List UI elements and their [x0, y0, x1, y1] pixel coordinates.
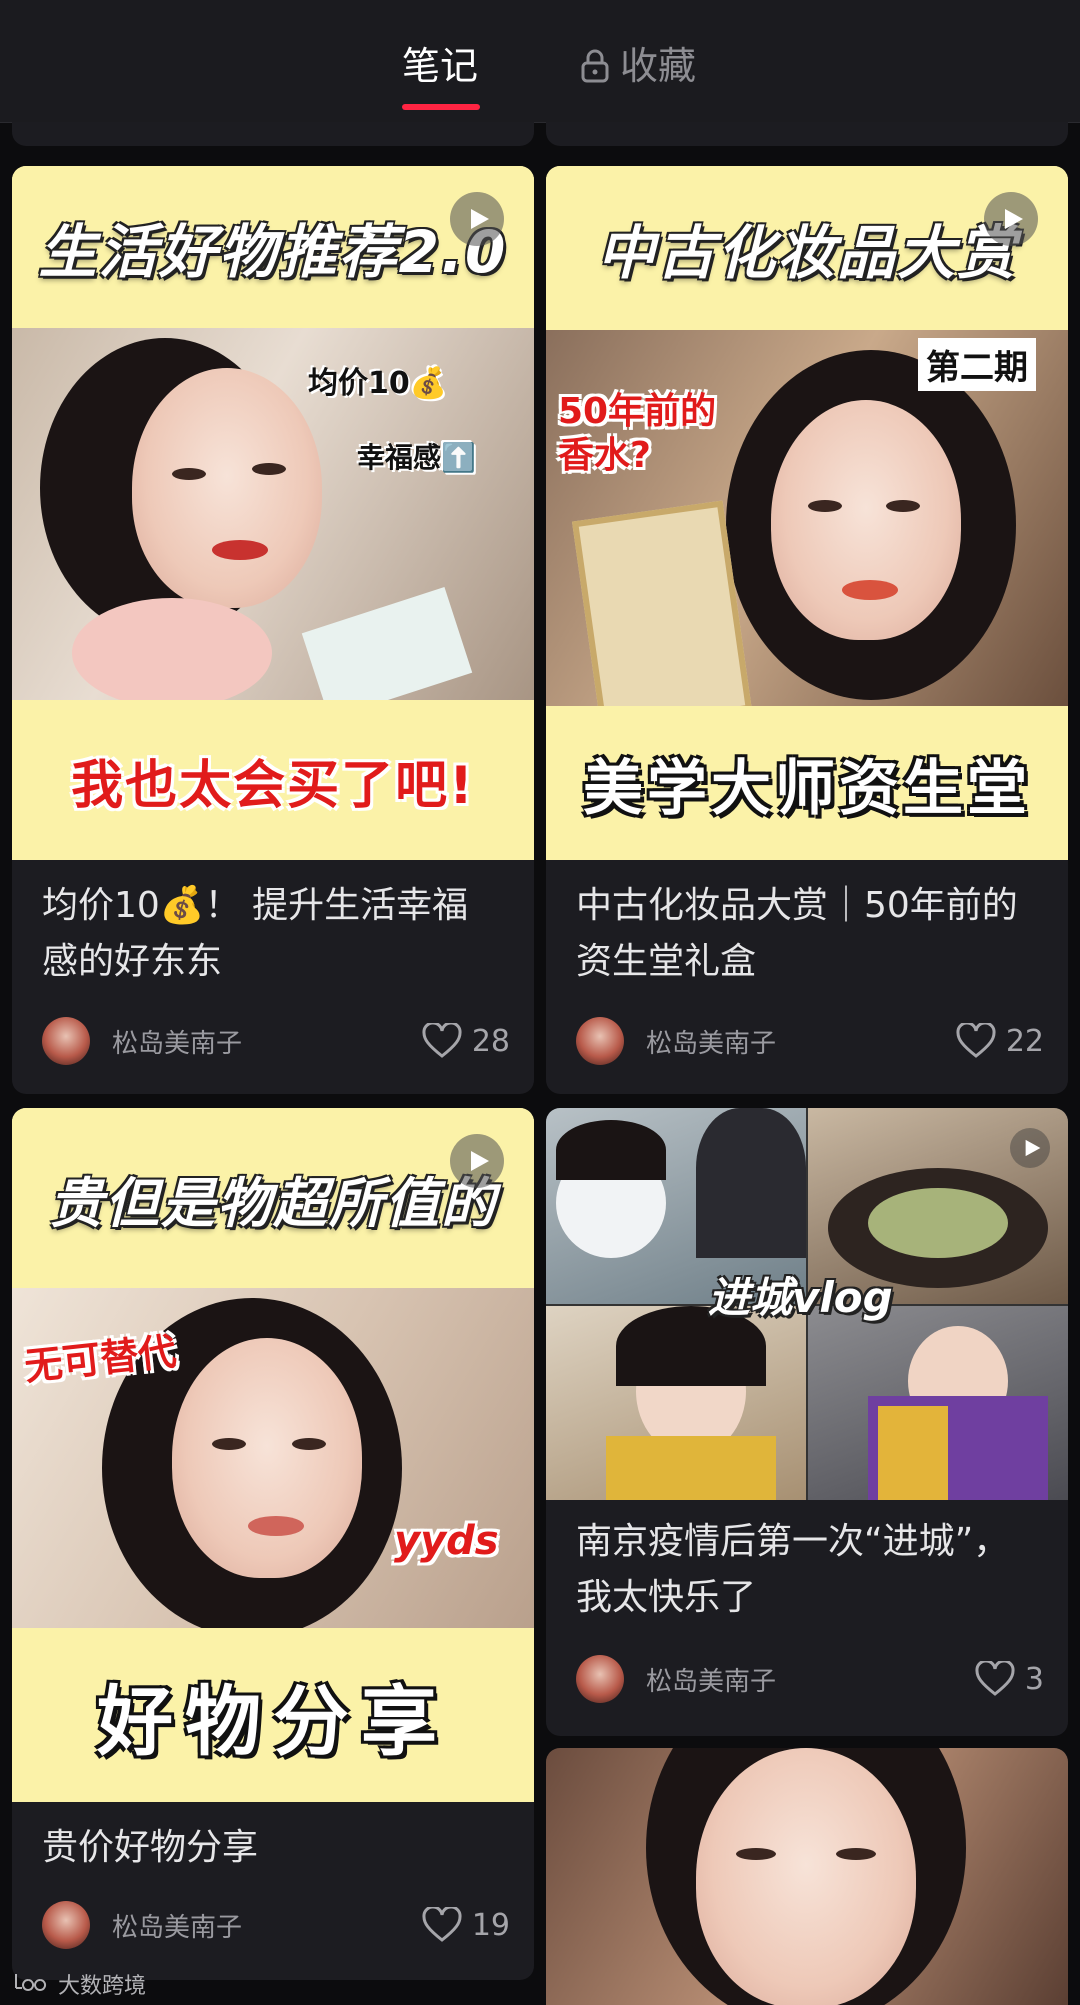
cover-sticker: 均价10💰 — [308, 366, 448, 401]
note-cover-image — [546, 1748, 1068, 2005]
note-card[interactable]: 生活好物推荐2.0 均价10💰 幸福感⬆️ 我也太会买了吧! 均价10💰！ 提升… — [12, 166, 534, 1094]
cover-bottom-band: 好物分享 — [12, 1628, 534, 1802]
cover-bottom-band: 我也太会买了吧! — [12, 700, 534, 860]
video-play-icon — [450, 1134, 504, 1188]
tab-favorites[interactable]: 收藏 — [580, 36, 696, 96]
note-card[interactable]: 贵但是物超所值的 无可替代 yyds 好物分享 贵价好物分享 松岛美南子 19 — [12, 1108, 534, 1980]
note-cover-image: 生活好物推荐2.0 均价10💰 幸福感⬆️ 我也太会买了吧! — [12, 166, 534, 860]
note-meta: 松岛美南子 22 — [576, 1016, 1044, 1066]
cover-photo: 50年前的 香水? 第二期 — [546, 330, 1068, 732]
video-play-icon — [984, 192, 1038, 246]
cover-bottom-text: 我也太会买了吧! — [71, 755, 475, 816]
cover-top-text: 贵但是物超所值的 — [49, 1171, 497, 1235]
avatar[interactable] — [42, 1901, 90, 1949]
lock-icon — [580, 49, 610, 83]
cover-photo: 均价10💰 幸福感⬆️ — [12, 328, 534, 719]
note-card[interactable]: 进城vlog 南京疫情后第一次“进城”，我太快乐了 松岛美南子 3 — [546, 1108, 1068, 1736]
heart-icon — [975, 1661, 1015, 1696]
face — [132, 368, 322, 608]
active-tab-indicator — [402, 104, 480, 110]
heart-icon — [956, 1023, 996, 1058]
video-play-icon — [450, 192, 504, 246]
previous-card-edge — [546, 122, 1068, 146]
note-meta: 松岛美南子 28 — [42, 1016, 510, 1066]
collage-photo — [808, 1306, 1068, 1500]
like-button[interactable]: 3 — [975, 1661, 1044, 1697]
note-card[interactable] — [546, 1748, 1068, 2005]
cover-top-band: 生活好物推荐2.0 — [12, 166, 534, 328]
avatar[interactable] — [576, 1017, 624, 1065]
note-meta: 松岛美南子 19 — [42, 1900, 510, 1950]
like-button[interactable]: 28 — [422, 1023, 510, 1059]
note-meta: 松岛美南子 3 — [576, 1654, 1044, 1704]
tab-notes-label: 笔记 — [402, 44, 479, 88]
heart-icon — [422, 1907, 462, 1942]
note-card[interactable]: 中古化妆品大赏 50年前的 香水? 第二期 美学大师资生堂 中古化妆品大赏｜50… — [546, 166, 1068, 1094]
avatar[interactable] — [576, 1655, 624, 1703]
like-count: 19 — [471, 1907, 510, 1943]
cover-top-text: 中古化妆品大赏 — [596, 219, 1017, 287]
face — [172, 1338, 362, 1578]
like-button[interactable]: 19 — [422, 1907, 510, 1943]
author-name[interactable]: 松岛美南子 — [112, 1907, 422, 1944]
note-cover-image: 贵但是物超所值的 无可替代 yyds 好物分享 — [12, 1108, 534, 1802]
note-cover-image: 中古化妆品大赏 50年前的 香水? 第二期 美学大师资生堂 — [546, 166, 1068, 860]
tab-bar: 笔记 收藏 — [0, 0, 1080, 123]
cover-sticker: 第二期 — [918, 338, 1036, 391]
perfume-box — [571, 500, 753, 732]
tab-favorites-label: 收藏 — [620, 44, 697, 88]
cover-top-band: 中古化妆品大赏 — [546, 166, 1068, 330]
collage-photo — [546, 1306, 806, 1500]
note-title: 南京疫情后第一次“进城”，我太快乐了 — [576, 1521, 1010, 1618]
face — [771, 400, 961, 640]
author-name[interactable]: 松岛美南子 — [112, 1023, 422, 1060]
previous-card-edge — [12, 122, 534, 146]
cover-sticker: 进城vlog — [708, 1273, 893, 1322]
cover-bottom-text: 美学大师资生堂 — [583, 753, 1031, 824]
author-name[interactable]: 松岛美南子 — [646, 1661, 975, 1698]
cover-top-band: 贵但是物超所值的 — [12, 1108, 534, 1288]
like-count: 3 — [1024, 1661, 1044, 1697]
like-count: 22 — [1005, 1023, 1044, 1059]
cover-top-text: 生活好物推荐2.0 — [38, 218, 508, 286]
like-count: 28 — [471, 1023, 510, 1059]
video-play-icon — [1010, 1128, 1050, 1168]
watermark-text: 大数跨境 — [58, 1974, 147, 1999]
cover-photo: 无可替代 yyds — [12, 1288, 534, 1638]
avatar[interactable] — [42, 1017, 90, 1065]
heart-icon — [422, 1023, 462, 1058]
note-title: 贵价好物分享 — [42, 1827, 259, 1868]
face — [696, 1748, 916, 2005]
note-cover-image: 进城vlog — [546, 1108, 1068, 1500]
cover-sticker: 幸福感⬆️ — [357, 441, 476, 474]
cover-bottom-text: 好物分享 — [97, 1677, 449, 1766]
note-title: 均价10💰！ 提升生活幸福感的好东东 — [42, 885, 469, 982]
tab-notes[interactable]: 笔记 — [402, 36, 478, 96]
author-name[interactable]: 松岛美南子 — [646, 1023, 956, 1060]
cover-sticker: yyds — [394, 1518, 499, 1564]
watermark-logo-icon — [12, 1970, 52, 1998]
note-title: 中古化妆品大赏｜50年前的资生堂礼盒 — [576, 885, 1018, 982]
cover-bottom-band: 美学大师资生堂 — [546, 706, 1068, 860]
cover-sticker: 50年前的 香水? — [558, 391, 717, 476]
watermark: 大数跨境 — [12, 1968, 146, 2000]
like-button[interactable]: 22 — [956, 1023, 1044, 1059]
